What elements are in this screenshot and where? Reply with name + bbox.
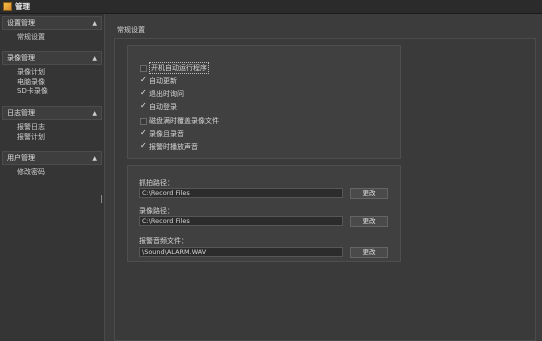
sidebar-item-change-password[interactable]: 修改密码 (17, 168, 104, 178)
checkbox[interactable] (140, 128, 147, 138)
option-label: 自动更新 (149, 77, 177, 85)
title-bar: 管理 (0, 0, 542, 14)
checkbox[interactable] (140, 88, 147, 98)
sidebar-group-recording[interactable]: 录像管理 ▲ (2, 51, 102, 65)
checkbox[interactable] (140, 75, 147, 85)
chevron-up-icon: ▲ (92, 109, 97, 117)
option-label: 自动登录 (149, 103, 177, 111)
sidebar-item-pc-record[interactable]: 电脑录像 (17, 78, 104, 88)
option-auto-update[interactable]: 自动更新 (140, 75, 177, 86)
scrollbar[interactable] (101, 195, 102, 203)
change-alarm-audio-button[interactable]: 更改 (350, 247, 388, 258)
snapshot-path-label: 抓拍路径： (139, 179, 174, 187)
change-snapshot-path-button[interactable]: 更改 (350, 188, 388, 199)
sidebar-group-settings[interactable]: 设置管理 ▲ (2, 16, 102, 30)
option-label: 开机自动运行程序 (149, 62, 209, 74)
alarm-audio-input[interactable]: \Sound\ALARM.WAV (139, 247, 343, 257)
option-label: 磁盘满时覆盖录像文件 (149, 117, 219, 125)
checkbox[interactable] (140, 141, 147, 151)
sidebar: 设置管理 ▲ 常规设置 录像管理 ▲ 录像计划 电脑录像 SD卡录像 日志管理 … (0, 14, 105, 341)
sidebar-item-alarm-plan[interactable]: 报警计划 (17, 133, 104, 143)
sidebar-item-sd-record[interactable]: SD卡录像 (17, 87, 104, 97)
window-title: 管理 (15, 2, 30, 11)
option-label: 报警时播放声音 (149, 143, 198, 151)
snapshot-path-input[interactable]: C:\Record Files (139, 188, 343, 198)
checkbox[interactable] (140, 117, 147, 125)
option-confirm-exit[interactable]: 退出时询问 (140, 88, 184, 99)
sidebar-item-general-settings[interactable]: 常规设置 (17, 33, 104, 43)
sidebar-group-logs[interactable]: 日志管理 ▲ (2, 106, 102, 120)
record-path-label: 录像路径： (139, 207, 174, 215)
sidebar-group-label: 用户管理 (7, 154, 35, 162)
alarm-audio-label: 报警音频文件： (139, 237, 188, 245)
checkbox[interactable] (140, 64, 147, 72)
sidebar-group-users[interactable]: 用户管理 ▲ (2, 151, 102, 165)
chevron-up-icon: ▲ (92, 54, 97, 62)
option-autostart[interactable]: 开机自动运行程序 (140, 62, 209, 74)
sidebar-item-alarm-log[interactable]: 报警日志 (17, 123, 104, 133)
option-alarm-sound[interactable]: 报警时播放声音 (140, 141, 198, 152)
sidebar-group-label: 录像管理 (7, 54, 35, 62)
chevron-up-icon: ▲ (92, 154, 97, 162)
option-auto-login[interactable]: 自动登录 (140, 101, 177, 112)
sidebar-group-label: 设置管理 (7, 19, 35, 27)
sidebar-item-record-plan[interactable]: 录像计划 (17, 68, 104, 78)
section-title: 常规设置 (117, 26, 145, 34)
option-overwrite-when-full[interactable]: 磁盘满时覆盖录像文件 (140, 116, 219, 126)
sidebar-group-label: 日志管理 (7, 109, 35, 117)
option-label: 录像且录音 (149, 130, 184, 138)
change-record-path-button[interactable]: 更改 (350, 216, 388, 227)
record-path-input[interactable]: C:\Record Files (139, 216, 343, 226)
chevron-up-icon: ▲ (92, 19, 97, 27)
app-icon (3, 2, 12, 11)
option-record-audio[interactable]: 录像且录音 (140, 128, 184, 139)
option-label: 退出时询问 (149, 90, 184, 98)
checkbox[interactable] (140, 101, 147, 111)
